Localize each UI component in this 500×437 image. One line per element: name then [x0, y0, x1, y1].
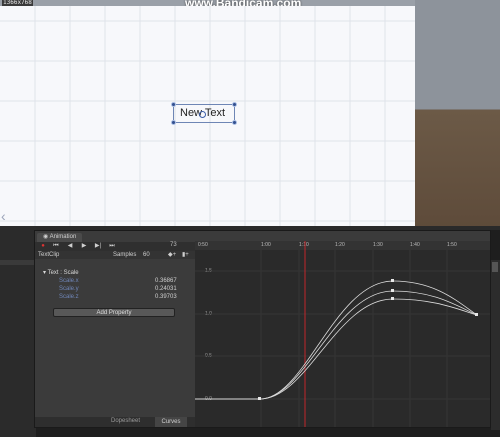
- clip-selector[interactable]: TextClip: [38, 251, 59, 259]
- vertical-scrollbar[interactable]: [491, 260, 500, 430]
- keyframe[interactable]: [391, 289, 394, 292]
- property-scale-x[interactable]: Scale.x: [59, 278, 79, 284]
- pivot-icon[interactable]: [199, 111, 206, 118]
- property-value[interactable]: 0.36867: [155, 278, 177, 284]
- chevron-left-icon[interactable]: ‹: [1, 208, 6, 224]
- animation-icon: ◉: [43, 234, 49, 240]
- add-event-icon[interactable]: ▮+: [182, 251, 189, 259]
- property-value[interactable]: 0.39703: [155, 294, 177, 300]
- property-root[interactable]: ▾ Text : Scale: [43, 269, 79, 276]
- curve-editor[interactable]: 0:50 1:00 1:10 1:20 1:30 1:40 1:50 1.5 1…: [195, 241, 490, 427]
- tab-animation[interactable]: ◉ Animation: [37, 233, 83, 242]
- left-panel: [0, 226, 36, 437]
- resize-handle[interactable]: [232, 120, 237, 125]
- animation-window: ◉ Animation ● ⏮ ◀ ▶ ▶| ⏭ 73 TextClip Sam…: [34, 230, 491, 428]
- resize-handle[interactable]: [232, 102, 237, 107]
- next-key-icon[interactable]: ▶|: [93, 243, 103, 250]
- first-key-icon[interactable]: ⏮: [51, 243, 61, 250]
- frame-field[interactable]: 73: [170, 242, 177, 248]
- last-key-icon[interactable]: ⏭: [107, 243, 117, 250]
- tab-dopesheet[interactable]: Dopesheet: [111, 418, 140, 424]
- resize-handle[interactable]: [171, 102, 176, 107]
- property-scale-y[interactable]: Scale.y: [59, 286, 79, 292]
- samples-field[interactable]: 60: [143, 251, 150, 259]
- property-root-label: Text : Scale: [47, 270, 79, 276]
- property-value[interactable]: 0.24031: [155, 286, 177, 292]
- curve-scale-x[interactable]: [195, 280, 478, 400]
- samples-label: Samples: [113, 252, 137, 258]
- record-icon[interactable]: ●: [38, 243, 48, 250]
- scene-view[interactable]: [415, 0, 500, 228]
- add-keyframe-icon[interactable]: ◆+: [168, 251, 176, 259]
- property-scale-z[interactable]: Scale.z: [59, 294, 79, 300]
- prev-key-icon[interactable]: ◀: [65, 243, 75, 250]
- play-icon[interactable]: ▶: [79, 243, 89, 250]
- curve-scale-y[interactable]: [195, 290, 478, 400]
- keyframe[interactable]: [391, 297, 394, 300]
- tab-animation-label: Animation: [49, 234, 77, 240]
- keyframe[interactable]: [475, 313, 478, 316]
- resize-handle[interactable]: [171, 120, 176, 125]
- add-property-button[interactable]: Add Property: [53, 308, 175, 317]
- tab-curves[interactable]: Curves: [155, 417, 187, 427]
- curve-canvas[interactable]: [195, 241, 490, 427]
- keyframe[interactable]: [258, 397, 261, 400]
- keyframe[interactable]: [391, 279, 394, 282]
- expand-icon[interactable]: ▾: [43, 270, 46, 276]
